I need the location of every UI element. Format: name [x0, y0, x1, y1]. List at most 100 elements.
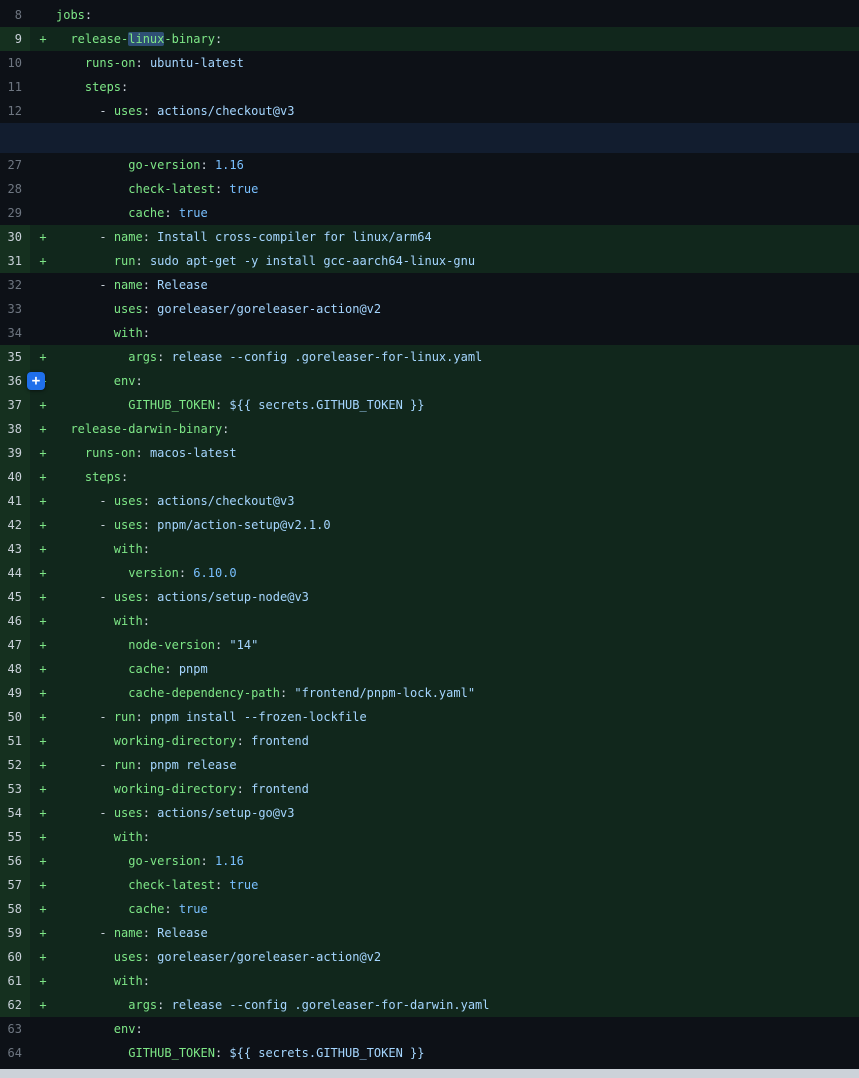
- line-number[interactable]: 38: [0, 417, 30, 441]
- indent: [56, 206, 128, 220]
- diff-marker: [30, 1041, 56, 1065]
- line-number[interactable]: 64: [0, 1041, 30, 1065]
- line-number[interactable]: 12: [0, 99, 30, 123]
- line-number[interactable]: 45: [0, 585, 30, 609]
- diff-line-11: 11 steps:: [0, 75, 859, 99]
- indent: [56, 566, 128, 580]
- line-number[interactable]: 58: [0, 897, 30, 921]
- token-k: run: [114, 254, 136, 268]
- diff-marker: [30, 153, 56, 177]
- token-p: :: [143, 278, 157, 292]
- code-text: cache: true: [56, 897, 859, 921]
- token-p: :: [143, 590, 157, 604]
- line-number[interactable]: 29: [0, 201, 30, 225]
- line-number[interactable]: 9: [0, 27, 30, 51]
- indent: [56, 104, 99, 118]
- line-number[interactable]: 44: [0, 561, 30, 585]
- token-k: run: [114, 710, 136, 724]
- token-p: :: [135, 56, 149, 70]
- diff-marker: +: [30, 705, 56, 729]
- indent: [56, 974, 114, 988]
- line-number[interactable]: 56: [0, 849, 30, 873]
- diff-line-45: 45+ - uses: actions/setup-node@v3: [0, 585, 859, 609]
- diff-line-46: 46+ with:: [0, 609, 859, 633]
- diff-marker: +: [30, 753, 56, 777]
- line-number[interactable]: 37: [0, 393, 30, 417]
- line-number[interactable]: 41: [0, 489, 30, 513]
- line-number[interactable]: 30: [0, 225, 30, 249]
- line-number[interactable]: 11: [0, 75, 30, 99]
- token-k: runs-on: [85, 446, 136, 460]
- token-s: actions/setup-go@v3: [157, 806, 294, 820]
- line-number[interactable]: 10: [0, 51, 30, 75]
- line-number[interactable]: 57: [0, 873, 30, 897]
- indent: [56, 806, 99, 820]
- line-number[interactable]: 55: [0, 825, 30, 849]
- line-number[interactable]: 53: [0, 777, 30, 801]
- token-s: ${{ secrets.GITHUB_TOKEN }}: [229, 398, 424, 412]
- diff-marker: +: [30, 465, 56, 489]
- line-number[interactable]: 46: [0, 609, 30, 633]
- line-number[interactable]: 63: [0, 1017, 30, 1041]
- token-k: release-: [70, 32, 128, 46]
- line-number[interactable]: 61: [0, 969, 30, 993]
- token-p: :: [164, 902, 178, 916]
- diff-line-51: 51+ working-directory: frontend: [0, 729, 859, 753]
- line-number[interactable]: 42: [0, 513, 30, 537]
- token-k: args: [128, 350, 157, 364]
- line-number[interactable]: 62: [0, 993, 30, 1017]
- line-number[interactable]: 60: [0, 945, 30, 969]
- line-number[interactable]: 51: [0, 729, 30, 753]
- diff-marker: +: [30, 345, 56, 369]
- hunk-expander-row[interactable]: [0, 123, 859, 153]
- indent: [56, 446, 85, 460]
- indent: [56, 350, 128, 364]
- indent: [56, 326, 114, 340]
- indent: [56, 398, 128, 412]
- code-text: - run: pnpm install --frozen-lockfile: [56, 705, 859, 729]
- line-number[interactable]: 48: [0, 657, 30, 681]
- diff-marker: +: [30, 441, 56, 465]
- line-number[interactable]: 8: [0, 3, 30, 27]
- diff-line-39: 39+ runs-on: macos-latest: [0, 441, 859, 465]
- code-text: go-version: 1.16: [56, 849, 859, 873]
- line-number[interactable]: 59: [0, 921, 30, 945]
- line-number[interactable]: 52: [0, 753, 30, 777]
- line-number[interactable]: 39: [0, 441, 30, 465]
- token-p: :: [179, 566, 193, 580]
- diff-marker: [30, 201, 56, 225]
- line-number[interactable]: 50: [0, 705, 30, 729]
- line-number[interactable]: 49: [0, 681, 30, 705]
- token-s: Release: [157, 278, 208, 292]
- code-text: - uses: actions/checkout@v3: [56, 489, 859, 513]
- code-text: GITHUB_TOKEN: ${{ secrets.GITHUB_TOKEN }…: [56, 393, 859, 417]
- line-number[interactable]: 36: [0, 369, 30, 393]
- indent: [56, 902, 128, 916]
- token-p: :: [215, 878, 229, 892]
- line-number[interactable]: 27: [0, 153, 30, 177]
- line-number[interactable]: 47: [0, 633, 30, 657]
- line-number[interactable]: 31: [0, 249, 30, 273]
- indent: [56, 830, 114, 844]
- token-s: ${{ secrets.GITHUB_TOKEN }}: [229, 1046, 424, 1060]
- diff-marker: +: [30, 513, 56, 537]
- line-number[interactable]: 33: [0, 297, 30, 321]
- indent: [56, 662, 128, 676]
- token-p: :: [157, 998, 171, 1012]
- line-number[interactable]: 43: [0, 537, 30, 561]
- line-number[interactable]: 35: [0, 345, 30, 369]
- line-number[interactable]: 40: [0, 465, 30, 489]
- token-p: :: [164, 662, 178, 676]
- code-text: go-version: 1.16: [56, 153, 859, 177]
- diff-line-27: 27 go-version: 1.16: [0, 153, 859, 177]
- line-number[interactable]: 32: [0, 273, 30, 297]
- token-k: with: [114, 974, 143, 988]
- indent: [56, 782, 114, 796]
- diff-line-31: 31+ run: sudo apt-get -y install gcc-aar…: [0, 249, 859, 273]
- token-s: macos-latest: [150, 446, 237, 460]
- line-number[interactable]: 54: [0, 801, 30, 825]
- line-number[interactable]: 34: [0, 321, 30, 345]
- line-number[interactable]: 28: [0, 177, 30, 201]
- add-comment-button[interactable]: +: [27, 372, 45, 390]
- code-text: with:: [56, 969, 859, 993]
